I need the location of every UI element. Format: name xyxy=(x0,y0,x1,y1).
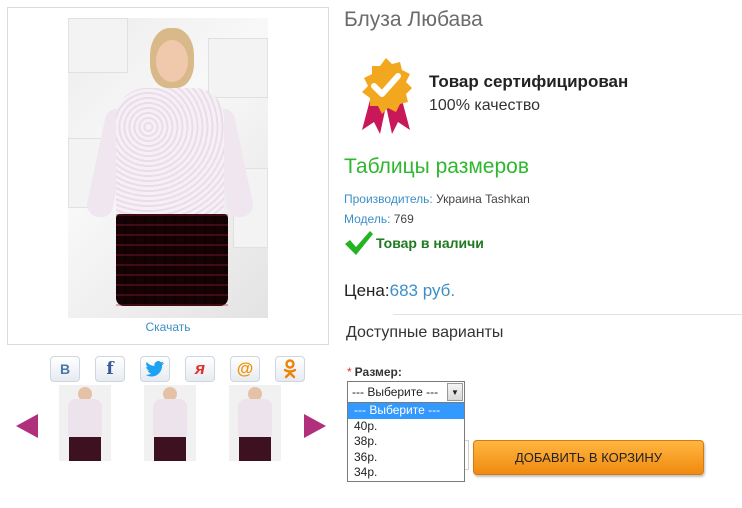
size-label: * Размер: xyxy=(347,365,402,379)
certificate-title: Товар сертифицирован xyxy=(429,72,629,91)
thumb-skirt xyxy=(69,437,101,461)
variants-title: Доступные варианты xyxy=(346,324,504,341)
thumbnail-1[interactable] xyxy=(59,385,111,461)
size-option[interactable]: 34р. xyxy=(348,465,464,481)
certificate-badge-icon xyxy=(356,56,416,136)
size-option[interactable]: 40р. xyxy=(348,419,464,435)
model-face xyxy=(156,40,188,82)
size-option[interactable]: 36р. xyxy=(348,450,464,466)
price-value: 683 руб. xyxy=(389,281,456,300)
size-table-link[interactable]: Таблицы размеров xyxy=(344,155,529,179)
download-link[interactable]: Скачать xyxy=(8,320,328,334)
thumb-blouse xyxy=(68,399,102,437)
twitter-icon[interactable] xyxy=(140,356,170,382)
divider xyxy=(393,314,742,315)
manufacturer-value: Украина Tashkan xyxy=(432,192,530,206)
product-title: Блуза Любава xyxy=(344,8,483,31)
thumb-skirt xyxy=(239,437,271,461)
certificate-badge-graphic xyxy=(362,58,412,134)
checkmark-icon xyxy=(345,231,373,255)
model-value: 769 xyxy=(390,212,414,226)
twitter-bird xyxy=(145,361,164,377)
size-label-text: Размер: xyxy=(354,365,402,379)
facebook-icon[interactable]: f xyxy=(95,356,125,382)
chevron-down-icon[interactable]: ▼ xyxy=(447,383,463,401)
background-block xyxy=(68,18,128,73)
stock-text: Товар в наличи xyxy=(376,235,484,251)
prev-arrow-icon[interactable] xyxy=(16,414,38,438)
thumbnail-3[interactable] xyxy=(229,385,281,461)
odnoklassniki-figure xyxy=(283,359,297,379)
size-dropdown-list: --- Выберите --- 40р. 38р. 36р. 34р. xyxy=(347,402,465,482)
facebook-glyph: f xyxy=(106,359,114,379)
price-label: Цена: xyxy=(344,281,390,300)
size-select-value: --- Выберите --- xyxy=(352,385,439,399)
stock-status: Товар в наличи xyxy=(344,230,484,256)
manufacturer-line: Производитель: Украина Tashkan xyxy=(344,192,530,206)
size-option[interactable]: --- Выберите --- xyxy=(348,403,464,419)
certificate-subtitle: 100% качество xyxy=(429,97,541,114)
product-photo[interactable] xyxy=(68,18,268,318)
mailru-icon[interactable]: @ xyxy=(230,356,260,382)
size-select[interactable]: --- Выберите --- ▼ xyxy=(347,381,465,403)
thumb-skirt xyxy=(154,437,186,461)
plaid-skirt xyxy=(116,214,228,306)
model-line: Модель: 769 xyxy=(344,212,414,226)
vk-glyph: B xyxy=(59,361,71,377)
mailru-glyph: @ xyxy=(236,359,254,378)
main-image-box: Скачать xyxy=(7,7,329,345)
yaru-icon[interactable]: я xyxy=(185,356,215,382)
yaru-glyph: я xyxy=(194,359,205,378)
thumb-blouse xyxy=(238,399,272,437)
background-block xyxy=(208,38,268,98)
thumbnail-2[interactable] xyxy=(144,385,196,461)
thumb-blouse xyxy=(153,399,187,437)
manufacturer-label[interactable]: Производитель: xyxy=(344,192,433,206)
vk-icon[interactable]: B xyxy=(50,356,80,382)
required-mark: * xyxy=(347,365,352,379)
size-option[interactable]: 38р. xyxy=(348,434,464,450)
price-line: Цена:683 руб. xyxy=(344,281,455,301)
model-label: Модель: xyxy=(344,212,391,226)
lace-blouse xyxy=(116,88,224,218)
next-arrow-icon[interactable] xyxy=(304,414,326,438)
add-to-cart-button[interactable]: ДОБАВИТЬ В КОРЗИНУ xyxy=(473,440,704,475)
odnoklassniki-icon[interactable] xyxy=(275,356,305,382)
